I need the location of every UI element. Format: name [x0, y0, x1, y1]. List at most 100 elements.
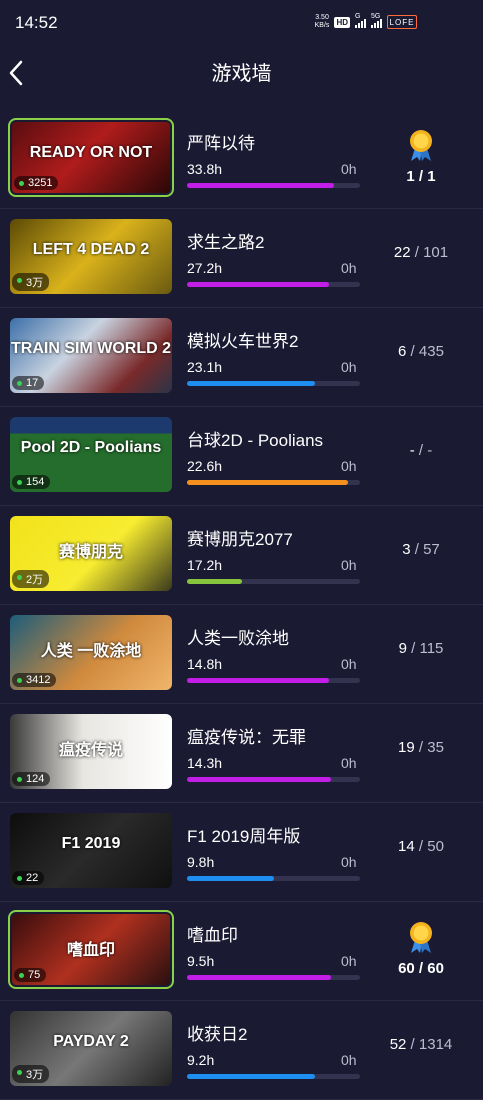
game-row[interactable]: READY OR NOT 3251 严阵以待 33.8h 0h 1 / 1	[0, 110, 483, 209]
signal-5g-icon: 5G	[371, 13, 382, 28]
playtime-bar	[187, 282, 360, 287]
online-players-badge: 3万	[12, 1065, 50, 1083]
playtime-bar-fill	[187, 975, 331, 980]
achievement-count: - / -	[370, 442, 472, 459]
achievement-count: 22 / 101	[370, 244, 472, 261]
recent-hours: 0h	[341, 656, 357, 672]
playtime-bar-fill	[187, 183, 335, 188]
game-cover-title: PAYDAY 2	[53, 1033, 129, 1050]
game-thumbnail[interactable]: F1 2019 22	[10, 813, 172, 888]
status-icons: 3.50 KB/s HD G 5G LOFE	[315, 13, 417, 30]
achievement-count: 3 / 57	[370, 541, 472, 558]
playtime-bar-fill	[187, 480, 348, 485]
total-hours: 9.8h	[187, 854, 215, 870]
achievement-count: 6 / 435	[370, 343, 472, 360]
total-hours: 17.2h	[187, 557, 223, 573]
total-hours: 27.2h	[187, 260, 223, 276]
achievements-total: / 35	[414, 739, 444, 756]
hd-icon: HD	[334, 16, 350, 28]
playtime-bar	[187, 876, 360, 881]
game-thumbnail[interactable]: 瘟疫传说 124	[10, 714, 172, 789]
achievement-count: 60 / 60	[398, 960, 444, 977]
game-thumbnail[interactable]: LEFT 4 DEAD 2 3万	[10, 219, 172, 294]
game-row[interactable]: 嗜血印 75 嗜血印 9.5h 0h 60 / 60	[0, 902, 483, 1001]
game-row[interactable]: TRAIN SIM WORLD 2 17 模拟火车世界2 23.1h 0h 6 …	[0, 308, 483, 407]
online-players-badge: 3万	[12, 273, 50, 291]
achievements-total: / 1314	[406, 1036, 453, 1053]
game-row[interactable]: 赛博朋克 2万 赛博朋克2077 17.2h 0h 3 / 57	[0, 506, 483, 605]
achievements-unlocked: 9	[398, 640, 407, 657]
playtime-bar-fill	[187, 282, 329, 287]
total-hours: 33.8h	[187, 161, 223, 177]
achievements-unlocked: 19	[398, 739, 415, 756]
achievements-total: / 435	[406, 343, 444, 360]
achievement-count: 9 / 115	[370, 640, 472, 657]
online-players-badge: 75	[14, 968, 47, 982]
game-thumbnail[interactable]: Pool 2D - Poolians 154	[10, 417, 172, 492]
recent-hours: 0h	[341, 161, 357, 177]
achievements-unlocked: 52	[389, 1036, 407, 1053]
network-speed: 3.50 KB/s	[315, 14, 330, 30]
page-title: 游戏墙	[211, 63, 272, 85]
playtime-bar	[187, 1074, 360, 1079]
total-hours: 14.8h	[187, 656, 223, 672]
game-name: 嗜血印	[187, 926, 238, 945]
achievements-unlocked: 22	[393, 244, 411, 261]
playtime-bar	[187, 777, 360, 782]
signal-icon: G	[355, 13, 366, 28]
game-thumbnail[interactable]: PAYDAY 2 3万	[10, 1011, 172, 1086]
total-hours: 22.6h	[187, 458, 223, 474]
playtime-bar	[187, 381, 360, 386]
online-players-badge: 154	[12, 475, 51, 489]
achievements-total: / 57	[410, 541, 440, 558]
achievement-count: 52 / 1314	[370, 1036, 472, 1053]
medal-icon	[410, 130, 432, 161]
recent-hours: 0h	[341, 359, 357, 375]
game-name: 人类一败涂地	[187, 629, 289, 648]
total-hours: 14.3h	[187, 755, 223, 771]
game-name: 赛博朋克2077	[187, 530, 293, 549]
game-cover-title: READY OR NOT	[29, 144, 153, 161]
playtime-bar-fill	[187, 777, 331, 782]
game-cover-title: 赛博朋克	[58, 544, 123, 561]
network-speed-value: 3.50	[315, 14, 329, 21]
recent-hours: 0h	[341, 260, 357, 276]
achievements-unlocked: 14	[398, 838, 415, 855]
total-hours: 9.5h	[187, 953, 215, 969]
game-thumbnail[interactable]: READY OR NOT 3251	[10, 120, 172, 195]
playtime-bar-fill	[187, 579, 243, 584]
recent-hours: 0h	[341, 854, 357, 870]
signal-label: G	[355, 13, 361, 20]
achievements-total: / 115	[406, 640, 444, 657]
playtime-bar-fill	[187, 1074, 316, 1079]
online-players-badge: 2万	[12, 570, 50, 588]
achievements-unlocked: 3	[402, 541, 411, 558]
header: 游戏墙	[0, 48, 483, 98]
online-players-badge: 3251	[14, 176, 59, 190]
game-name: 求生之路2	[187, 233, 265, 252]
game-row[interactable]: 瘟疫传说 124 瘟疫传说：无罪 14.3h 0h 19 / 35	[0, 704, 483, 803]
recent-hours: 0h	[341, 557, 357, 573]
online-players-badge: 22	[12, 871, 45, 885]
game-row[interactable]: Pool 2D - Poolians 154 台球2D - Poolians 2…	[0, 407, 483, 506]
game-thumbnail[interactable]: 嗜血印 75	[10, 912, 172, 987]
online-players-badge: 17	[12, 376, 45, 390]
battery-icon: LOFE	[387, 15, 417, 29]
total-hours: 9.2h	[187, 1052, 215, 1068]
game-row[interactable]: 人类 一败涂地 3412 人类一败涂地 14.8h 0h 9 / 115	[0, 605, 483, 704]
game-cover-title: Pool 2D - Poolians	[20, 439, 162, 456]
playtime-bar-fill	[187, 876, 274, 881]
playtime-bar	[187, 579, 360, 584]
recent-hours: 0h	[341, 1052, 357, 1068]
total-hours: 23.1h	[187, 359, 223, 375]
game-cover-title: F1 2019	[61, 835, 121, 852]
game-name: 模拟火车世界2	[187, 332, 299, 351]
game-row[interactable]: F1 2019 22 F1 2019周年版 9.8h 0h 14 / 50	[0, 803, 483, 902]
recent-hours: 0h	[341, 755, 357, 771]
game-row[interactable]: PAYDAY 2 3万 收获日2 9.2h 0h 52 / 1314	[0, 1001, 483, 1100]
game-thumbnail[interactable]: 人类 一败涂地 3412	[10, 615, 172, 690]
game-thumbnail[interactable]: TRAIN SIM WORLD 2 17	[10, 318, 172, 393]
game-row[interactable]: LEFT 4 DEAD 2 3万 求生之路2 27.2h 0h 22 / 101	[0, 209, 483, 308]
game-name: F1 2019周年版	[187, 827, 301, 846]
game-thumbnail[interactable]: 赛博朋克 2万	[10, 516, 172, 591]
